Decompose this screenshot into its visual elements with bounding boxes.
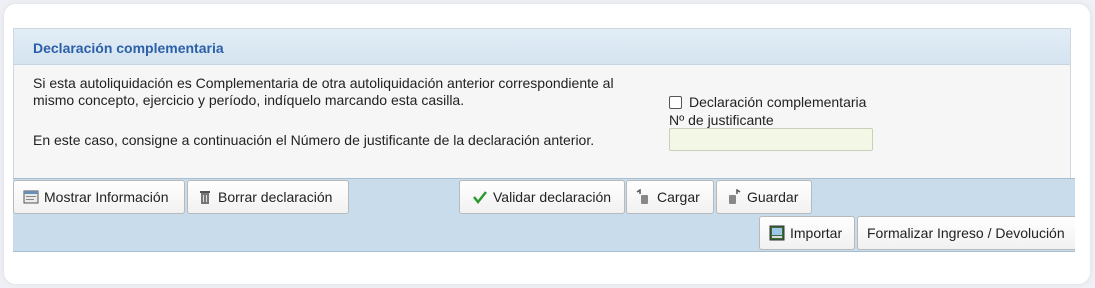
complementaria-section: Declaración complementaria Si esta autol…	[13, 28, 1071, 185]
description-line-3: En este caso, consigne a continuación el…	[33, 132, 595, 148]
guardar-button[interactable]: Guardar	[716, 180, 812, 214]
complementaria-checkbox-row[interactable]: Declaración complementaria	[669, 94, 866, 111]
import-icon	[769, 225, 785, 241]
complementaria-checkbox[interactable]	[669, 96, 682, 109]
importar-label: Importar	[790, 225, 843, 241]
validar-label: Validar declaración	[493, 189, 612, 205]
save-icon	[726, 189, 742, 205]
validar-declaracion-button[interactable]: Validar declaración	[459, 180, 625, 214]
checkbox-label: Declaración complementaria	[689, 94, 867, 110]
importar-button[interactable]: Importar	[759, 216, 855, 250]
mostrar-informacion-button[interactable]: Mostrar Información	[13, 180, 185, 214]
formalizar-label: Formalizar Ingreso / Devolución	[867, 225, 1065, 241]
formalizar-button[interactable]: Formalizar Ingreso / Devolución	[857, 216, 1075, 250]
description-line-1: Si esta autoliquidación es Complementari…	[33, 75, 614, 91]
section-header: Declaración complementaria	[14, 29, 1070, 65]
toolbar: Mostrar Información Borrar declaración V…	[13, 178, 1075, 252]
justificante-label: Nº de justificante	[669, 112, 774, 128]
cargar-button[interactable]: Cargar	[626, 180, 714, 214]
section-title: Declaración complementaria	[33, 40, 224, 56]
mostrar-label: Mostrar Información	[44, 189, 169, 205]
description-line-2: mismo concepto, ejercicio y período, ind…	[33, 92, 465, 108]
load-icon	[636, 189, 652, 205]
borrar-label: Borrar declaración	[218, 189, 333, 205]
borrar-declaracion-button[interactable]: Borrar declaración	[187, 180, 349, 214]
trash-icon	[197, 189, 213, 205]
cargar-label: Cargar	[657, 189, 700, 205]
checkmark-icon	[472, 189, 488, 205]
justificante-input[interactable]	[669, 128, 873, 151]
info-window-icon	[23, 189, 39, 205]
guardar-label: Guardar	[747, 189, 799, 205]
